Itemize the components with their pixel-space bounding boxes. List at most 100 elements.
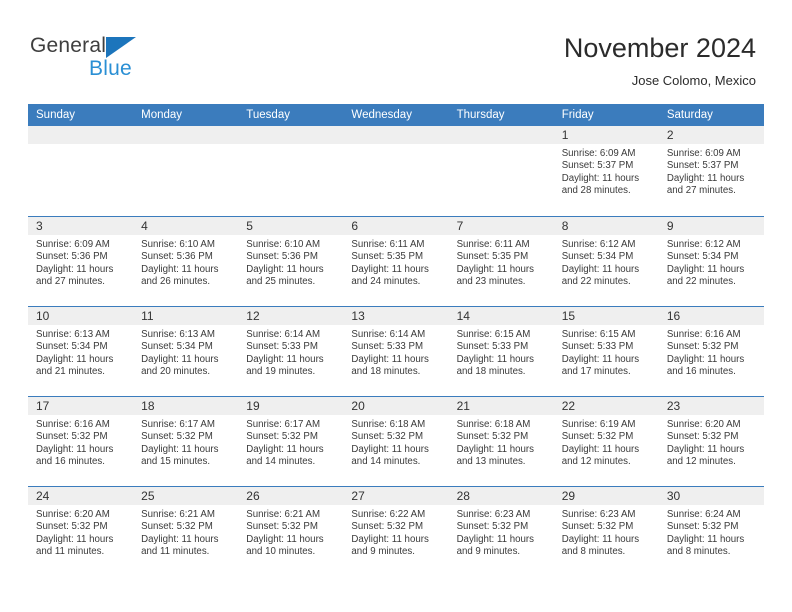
calendar-day-cell[interactable]: 1 Sunrise: 6:09 AM Sunset: 5:37 PM Daylight… <box>553 126 659 216</box>
day-number: 23 <box>666 399 681 413</box>
calendar-cell-empty <box>343 126 449 216</box>
calendar-day-cell[interactable]: 20 Sunrise: 6:18 AM Sunset: 5:32 PM Dayligh… <box>343 397 449 486</box>
sunset-text: Sunset: 5:36 PM <box>141 251 213 263</box>
sunset-text: Sunset: 5:34 PM <box>141 341 213 353</box>
calendar-day-cell[interactable]: 14 Sunrise: 6:15 AM Sunset: 5:33 PM Dayligh… <box>448 307 554 396</box>
calendar-day-cell[interactable]: 26 Sunrise: 6:21 AM Sunset: 5:32 PM Dayligh… <box>238 487 344 576</box>
sunset-text: Sunset: 5:36 PM <box>246 251 318 263</box>
daylight-text-line2: and 23 minutes. <box>456 275 526 287</box>
calendar-weeks: 1 Sunrise: 6:09 AM Sunset: 5:37 PM Daylight… <box>28 126 764 576</box>
brand-logo[interactable]: General Blue <box>30 34 220 90</box>
calendar-day-cell[interactable]: 15 Sunrise: 6:15 AM Sunset: 5:33 PM Dayligh… <box>553 307 659 396</box>
daylight-text-line1: Daylight: 11 hours <box>141 353 219 365</box>
daylight-text-line1: Daylight: 11 hours <box>561 172 640 184</box>
day-details: Sunrise: 6:21 AM Sunset: 5:32 PM Daylight:… <box>133 505 238 558</box>
day-details: Sunrise: 6:09 AM Sunset: 5:36 PM Daylight:… <box>28 235 133 288</box>
day-details: Sunrise: 6:12 AM Sunset: 5:34 PM Daylight:… <box>554 235 659 288</box>
calendar-page: General Blue November 2024 Jose Colomo, … <box>0 0 792 612</box>
daylight-text-line1: Daylight: 11 hours <box>36 443 114 455</box>
daylight-text-line2: and 9 minutes. <box>456 545 521 557</box>
daylight-text-line1: Daylight: 11 hours <box>351 533 429 545</box>
calendar-day-cell[interactable]: 22 Sunrise: 6:19 AM Sunset: 5:32 PM Dayligh… <box>553 397 659 486</box>
sunrise-text: Sunrise: 6:23 AM <box>561 509 636 520</box>
day-number: 11 <box>141 309 154 323</box>
day-details: Sunrise: 6:09 AM Sunset: 5:37 PM Daylight:… <box>659 144 764 197</box>
day-number-band: 17 <box>28 397 134 415</box>
day-number: 27 <box>351 489 365 503</box>
calendar-day-cell[interactable]: 4 Sunrise: 6:10 AM Sunset: 5:36 PM Daylight… <box>133 217 239 306</box>
calendar-cell-empty <box>133 126 239 216</box>
day-details: Sunrise: 6:13 AM Sunset: 5:34 PM Daylight:… <box>28 325 133 378</box>
calendar-day-cell[interactable]: 8 Sunrise: 6:12 AM Sunset: 5:34 PM Daylight… <box>553 217 659 306</box>
day-number-band: 3 <box>28 217 134 235</box>
day-details: Sunrise: 6:09 AM Sunset: 5:37 PM Daylight:… <box>554 144 659 197</box>
calendar-day-cell[interactable]: 16 Sunrise: 6:16 AM Sunset: 5:32 PM Dayligh… <box>658 307 764 396</box>
sunset-text: Sunset: 5:32 PM <box>561 431 634 443</box>
calendar-day-cell[interactable]: 3 Sunrise: 6:09 AM Sunset: 5:36 PM Daylight… <box>28 217 134 306</box>
day-number-band: 7 <box>448 217 554 235</box>
daylight-text-line1: Daylight: 11 hours <box>141 263 219 275</box>
calendar-day-cell[interactable]: 9 Sunrise: 6:12 AM Sunset: 5:34 PM Daylight… <box>658 217 764 306</box>
daylight-text-line2: and 17 minutes. <box>561 365 631 377</box>
sunrise-text: Sunrise: 6:14 AM <box>246 329 321 340</box>
calendar-day-cell[interactable]: 17 Sunrise: 6:16 AM Sunset: 5:32 PM Dayligh… <box>28 397 134 486</box>
calendar-day-cell[interactable]: 6 Sunrise: 6:11 AM Sunset: 5:35 PM Daylight… <box>343 217 449 306</box>
triangle-icon <box>106 37 136 58</box>
day-number: 25 <box>141 489 155 503</box>
calendar-week-row: 3 Sunrise: 6:09 AM Sunset: 5:36 PM Daylight… <box>28 216 764 306</box>
calendar-day-cell[interactable]: 28 Sunrise: 6:23 AM Sunset: 5:32 PM Dayligh… <box>448 487 554 576</box>
calendar-day-cell[interactable]: 18 Sunrise: 6:17 AM Sunset: 5:32 PM Dayligh… <box>133 397 239 486</box>
weekday-header-friday: Friday <box>561 109 594 121</box>
day-number-band: 27 <box>343 487 449 505</box>
sunrise-text: Sunrise: 6:09 AM <box>36 239 110 250</box>
sunset-text: Sunset: 5:32 PM <box>351 521 424 533</box>
calendar-day-cell[interactable]: 23 Sunrise: 6:20 AM Sunset: 5:32 PM Dayligh… <box>658 397 764 486</box>
day-number-band: 18 <box>133 397 239 415</box>
calendar-day-cell[interactable]: 29 Sunrise: 6:23 AM Sunset: 5:32 PM Dayligh… <box>553 487 659 576</box>
day-number-band: 16 <box>658 307 764 325</box>
calendar-week-row: 24 Sunrise: 6:20 AM Sunset: 5:32 PM Dayligh… <box>28 486 764 576</box>
sunrise-text: Sunrise: 6:12 AM <box>666 239 741 250</box>
daylight-text-line1: Daylight: 11 hours <box>36 263 114 275</box>
sunrise-text: Sunrise: 6:09 AM <box>666 148 741 159</box>
day-number-band: 20 <box>343 397 449 415</box>
daylight-text-line2: and 25 minutes. <box>246 275 316 287</box>
brand-name-general: General <box>30 34 107 57</box>
calendar-day-cell[interactable]: 21 Sunrise: 6:18 AM Sunset: 5:32 PM Dayligh… <box>448 397 554 486</box>
sunrise-text: Sunrise: 6:11 AM <box>456 239 530 250</box>
daylight-text-line2: and 9 minutes. <box>351 545 415 557</box>
calendar-week-row: 10 Sunrise: 6:13 AM Sunset: 5:34 PM Dayligh… <box>28 306 764 396</box>
day-number-band: 8 <box>553 217 659 235</box>
calendar-day-cell[interactable]: 12 Sunrise: 6:14 AM Sunset: 5:33 PM Dayligh… <box>238 307 344 396</box>
calendar-day-cell[interactable]: 10 Sunrise: 6:13 AM Sunset: 5:34 PM Dayligh… <box>28 307 134 396</box>
day-details: Sunrise: 6:10 AM Sunset: 5:36 PM Daylight:… <box>133 235 238 288</box>
calendar-day-cell[interactable]: 2 Sunrise: 6:09 AM Sunset: 5:37 PM Daylight… <box>658 126 764 216</box>
daylight-text-line2: and 13 minutes. <box>456 455 526 467</box>
sunset-text: Sunset: 5:32 PM <box>666 521 739 533</box>
daylight-text-line2: and 27 minutes. <box>36 275 105 287</box>
calendar-day-cell[interactable]: 25 Sunrise: 6:21 AM Sunset: 5:32 PM Dayligh… <box>133 487 239 576</box>
sunset-text: Sunset: 5:32 PM <box>456 521 529 533</box>
daylight-text-line1: Daylight: 11 hours <box>351 443 429 455</box>
calendar-day-cell[interactable]: 13 Sunrise: 6:14 AM Sunset: 5:33 PM Dayligh… <box>343 307 449 396</box>
calendar-day-cell[interactable]: 30 Sunrise: 6:24 AM Sunset: 5:32 PM Dayligh… <box>658 487 764 576</box>
daylight-text-line1: Daylight: 11 hours <box>666 172 745 184</box>
daylight-text-line2: and 19 minutes. <box>246 365 316 377</box>
calendar-cell-empty <box>28 126 134 216</box>
calendar-day-cell[interactable]: 5 Sunrise: 6:10 AM Sunset: 5:36 PM Daylight… <box>238 217 344 306</box>
daylight-text-line1: Daylight: 11 hours <box>561 443 640 455</box>
calendar-day-cell[interactable]: 24 Sunrise: 6:20 AM Sunset: 5:32 PM Dayligh… <box>28 487 134 576</box>
day-details: Sunrise: 6:20 AM Sunset: 5:32 PM Daylight:… <box>28 505 133 558</box>
day-number: 1 <box>561 128 569 142</box>
calendar-day-cell[interactable]: 11 Sunrise: 6:13 AM Sunset: 5:34 PM Dayligh… <box>133 307 239 396</box>
day-details: Sunrise: 6:19 AM Sunset: 5:32 PM Daylight:… <box>554 415 659 468</box>
calendar-day-cell[interactable]: 27 Sunrise: 6:22 AM Sunset: 5:32 PM Dayligh… <box>343 487 449 576</box>
sunrise-text: Sunrise: 6:10 AM <box>246 239 321 250</box>
calendar-day-cell[interactable]: 19 Sunrise: 6:17 AM Sunset: 5:32 PM Dayligh… <box>238 397 344 486</box>
daylight-text-line1: Daylight: 11 hours <box>141 533 219 545</box>
sunset-text: Sunset: 5:33 PM <box>351 341 424 353</box>
day-details: Sunrise: 6:13 AM Sunset: 5:34 PM Daylight:… <box>133 325 238 378</box>
sunset-text: Sunset: 5:32 PM <box>351 431 424 443</box>
calendar-day-cell[interactable]: 7 Sunrise: 6:11 AM Sunset: 5:35 PM Daylight… <box>448 217 554 306</box>
daylight-text-line1: Daylight: 11 hours <box>246 353 324 365</box>
